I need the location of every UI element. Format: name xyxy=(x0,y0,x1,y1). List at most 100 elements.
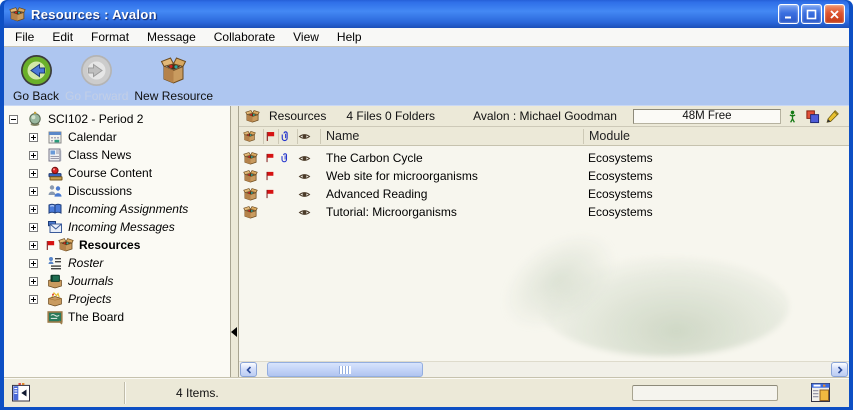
menu-file[interactable]: File xyxy=(6,28,43,46)
sidebar-item-incoming-assignments[interactable]: Incoming Assignments xyxy=(4,200,230,218)
sidebar-item-course-content[interactable]: Course Content xyxy=(4,164,230,182)
close-button[interactable] xyxy=(824,4,845,24)
flag-icon xyxy=(264,149,279,167)
expand-icon[interactable] xyxy=(29,277,38,286)
file-row[interactable]: The Carbon CycleEcosystems xyxy=(239,149,849,167)
expand-icon[interactable] xyxy=(29,205,38,214)
flag-icon xyxy=(44,239,57,252)
sidebar-item-label: Course Content xyxy=(68,166,152,180)
flag-empty xyxy=(264,203,279,221)
new-resource-button[interactable]: New Resource xyxy=(131,53,216,103)
minimize-button[interactable] xyxy=(778,4,799,24)
sidebar-item-roster[interactable]: Roster xyxy=(4,254,230,272)
messages-icon xyxy=(47,219,63,235)
menu-view[interactable]: View xyxy=(284,28,328,46)
file-row[interactable]: Advanced ReadingEcosystems xyxy=(239,185,849,203)
expand-icon[interactable] xyxy=(29,187,38,196)
item-count-label: 4 Items. xyxy=(176,386,219,400)
go-forward-icon xyxy=(79,53,114,88)
edit-pencil-icon[interactable] xyxy=(825,109,839,123)
permissions-person-icon[interactable] xyxy=(785,109,799,123)
sidebar-item-incoming-messages[interactable]: Incoming Messages xyxy=(4,218,230,236)
sidebar-item-class-news[interactable]: Class News xyxy=(4,146,230,164)
free-space-label: 48M Free xyxy=(682,110,731,122)
file-panel: Resources 4 Files 0 Folders Avalon : Mic… xyxy=(239,106,849,377)
sidebar-item-resources[interactable]: Resources xyxy=(4,236,230,254)
expand-icon[interactable] xyxy=(29,241,38,250)
expand-icon[interactable] xyxy=(29,169,38,178)
app-box-icon xyxy=(9,6,26,23)
file-row[interactable]: Web site for microorganismsEcosystems xyxy=(239,167,849,185)
folder-title: Resources xyxy=(269,109,326,123)
splitter-collapse-icon[interactable] xyxy=(231,327,237,337)
column-header-row: Name Module xyxy=(239,127,849,146)
sidebar-item-the-board[interactable]: The Board xyxy=(4,308,230,326)
sidebar-item-discussions[interactable]: Discussions xyxy=(4,182,230,200)
menu-edit[interactable]: Edit xyxy=(43,28,82,46)
file-name: Advanced Reading xyxy=(321,187,583,201)
sidebar-item-calendar[interactable]: Calendar xyxy=(4,128,230,146)
expand-icon[interactable] xyxy=(29,133,38,142)
collapse-icon[interactable] xyxy=(9,115,18,124)
sidebar-tree: SCI102 - Period 2Calendar Class News Cours… xyxy=(4,106,231,377)
expand-icon[interactable] xyxy=(29,223,38,232)
menu-format[interactable]: Format xyxy=(82,28,138,46)
menu-help[interactable]: Help xyxy=(328,28,371,46)
account-name: Avalon : Michael Goodman xyxy=(473,109,617,123)
scroll-left-arrow[interactable] xyxy=(240,362,257,377)
eye-icon[interactable] xyxy=(298,203,321,221)
window-title: Resources : Avalon xyxy=(31,7,157,22)
menu-message[interactable]: Message xyxy=(138,28,205,46)
sidebar-item-label: The Board xyxy=(68,310,124,324)
visibility-column-icon[interactable] xyxy=(298,129,321,144)
resources-box-icon xyxy=(245,109,260,124)
flag-column-icon[interactable] xyxy=(264,129,279,144)
menu-collaborate[interactable]: Collaborate xyxy=(205,28,284,46)
view-layers-icon[interactable] xyxy=(805,109,819,123)
go-back-label: Go Back xyxy=(13,89,59,103)
go-forward-button[interactable]: Go Forward xyxy=(62,53,131,103)
sidebar-item-projects[interactable]: Projects xyxy=(4,290,230,308)
scroll-right-arrow[interactable] xyxy=(831,362,848,377)
scrollbar-grip xyxy=(339,366,351,374)
journal-icon xyxy=(47,273,63,289)
window-layout-icon[interactable] xyxy=(810,382,831,403)
scrollbar-thumb[interactable] xyxy=(267,362,423,377)
go-back-button[interactable]: Go Back xyxy=(10,53,62,103)
new-resource-icon xyxy=(156,53,191,88)
eye-icon[interactable] xyxy=(298,167,321,185)
panel-splitter[interactable] xyxy=(231,106,239,377)
sidebar-item-label: Discussions xyxy=(68,184,132,198)
flag-icon xyxy=(264,185,279,203)
assignments-icon xyxy=(47,201,63,217)
status-progress-box xyxy=(632,385,778,401)
maximize-button[interactable] xyxy=(801,4,822,24)
horizontal-scrollbar[interactable] xyxy=(239,361,849,377)
roster-icon xyxy=(47,255,63,271)
status-bar: 4 Items. xyxy=(4,377,849,407)
expand-icon[interactable] xyxy=(29,295,38,304)
menu-bar: FileEditFormatMessageCollaborateViewHelp xyxy=(4,28,849,47)
name-column-header[interactable]: Name xyxy=(321,129,583,144)
item-type-column-icon[interactable] xyxy=(243,129,264,144)
eye-icon[interactable] xyxy=(298,149,321,167)
collapse-panel-icon[interactable] xyxy=(10,382,32,403)
file-row[interactable]: Tutorial: MicroorganismsEcosystems xyxy=(239,203,849,221)
file-module: Ecosystems xyxy=(583,187,849,201)
sidebar-item-label: Resources xyxy=(79,238,140,252)
expand-icon[interactable] xyxy=(29,259,38,268)
info-bar-tools xyxy=(785,109,843,123)
resource-box-icon xyxy=(243,149,264,167)
attachment-column-icon[interactable] xyxy=(279,129,298,144)
resource-box-icon xyxy=(243,185,264,203)
module-column-header[interactable]: Module xyxy=(583,129,849,144)
title-bar: Resources : Avalon xyxy=(4,0,849,28)
projects-icon xyxy=(47,291,63,307)
books-icon xyxy=(47,165,63,181)
eye-icon[interactable] xyxy=(298,185,321,203)
expand-icon[interactable] xyxy=(29,151,38,160)
sidebar-item-label: Class News xyxy=(68,148,131,162)
file-name: Tutorial: Microorganisms xyxy=(321,205,583,219)
sidebar-item-sci102-period-2[interactable]: SCI102 - Period 2 xyxy=(4,110,230,128)
sidebar-item-journals[interactable]: Journals xyxy=(4,272,230,290)
